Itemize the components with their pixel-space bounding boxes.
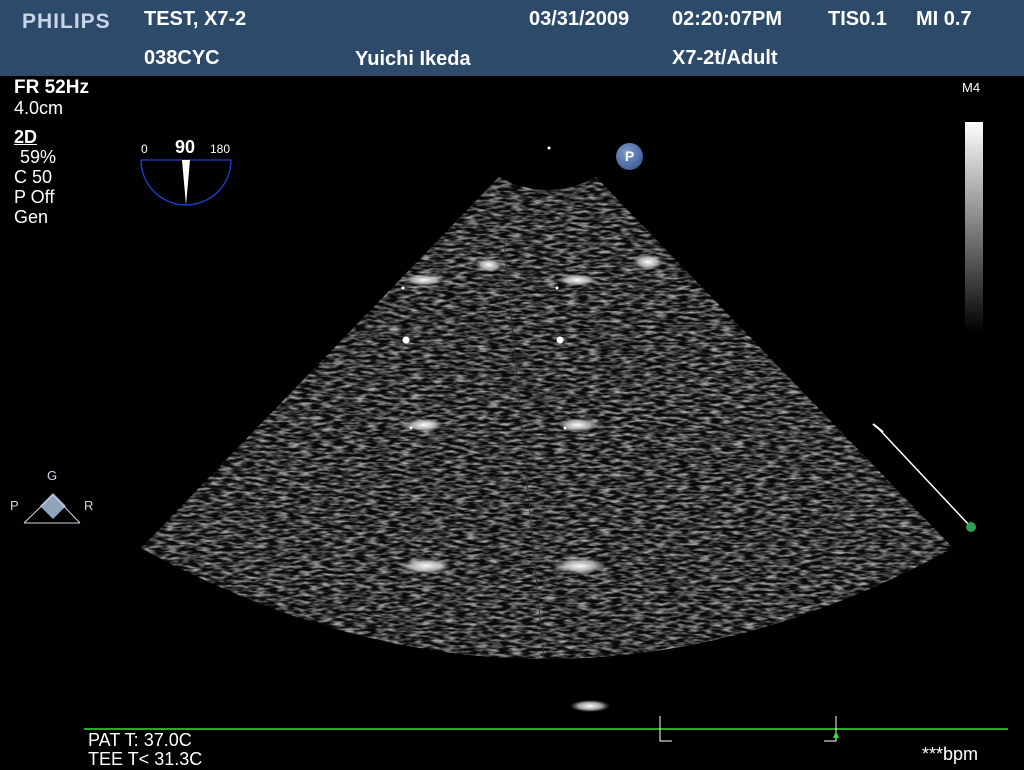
orientation-indicator: G P R: [10, 468, 100, 538]
sector-speckle: [141, 177, 953, 659]
probe-orientation-marker: P: [616, 143, 643, 170]
patient-temperature: PAT T: 37.0C: [88, 730, 192, 750]
orientation-diamond-icon: [23, 493, 81, 524]
heart-rate: ***bpm: [922, 744, 979, 764]
tee-temperature: TEE T< 31.3C: [88, 749, 203, 769]
grayscale-bar: [965, 122, 983, 332]
gray-map-label: M4: [962, 80, 981, 95]
ultrasound-sector-image: [84, 146, 1008, 742]
ecg-trace: [84, 716, 1008, 742]
